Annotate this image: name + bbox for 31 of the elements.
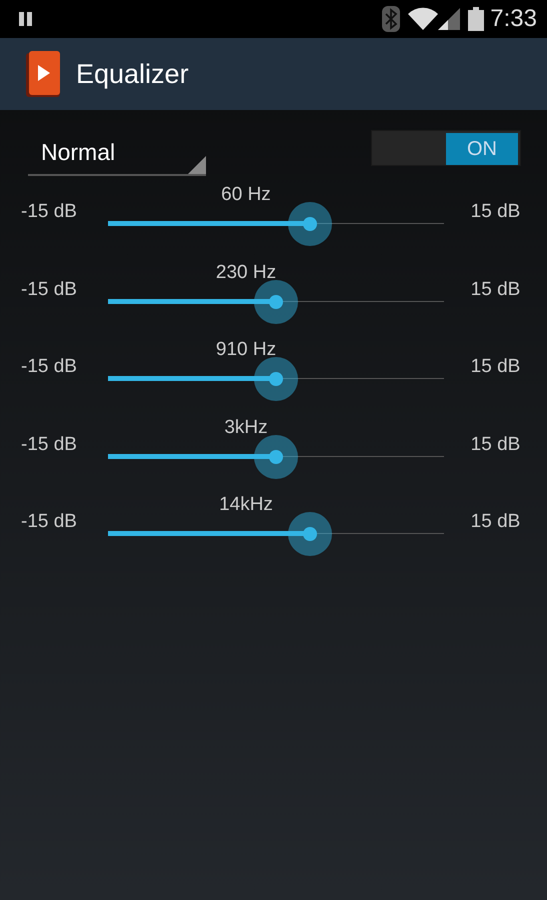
max-gain-label: 15 dB — [470, 201, 520, 223]
pause-icon — [18, 12, 34, 26]
wifi-icon — [408, 7, 438, 31]
preset-dropdown[interactable]: Normal — [28, 130, 206, 176]
max-gain-label: 15 dB — [470, 434, 520, 456]
slider-thumb[interactable] — [254, 434, 298, 478]
max-gain-label: 15 dB — [470, 356, 520, 378]
max-gain-label: 15 dB — [470, 278, 520, 300]
band-frequency: 3kHz — [224, 416, 268, 438]
max-gain-label: 15 dB — [470, 511, 520, 533]
battery-icon — [468, 7, 484, 31]
slider-thumb[interactable] — [254, 280, 298, 324]
band-frequency: 60 Hz — [221, 184, 271, 206]
bluetooth-icon — [382, 6, 400, 32]
band-frequency: 910 Hz — [216, 339, 276, 361]
clock-time: 7:33 — [490, 5, 537, 33]
band-frequency: 230 Hz — [216, 262, 276, 284]
min-gain-label: -15 dB — [21, 356, 77, 378]
min-gain-label: -15 dB — [21, 201, 77, 223]
signal-icon — [438, 8, 460, 30]
min-gain-label: -15 dB — [21, 278, 77, 300]
band-frequency: 14kHz — [219, 494, 273, 516]
slider-thumb[interactable] — [288, 512, 332, 556]
app-title: Equalizer — [76, 58, 189, 90]
slider-thumb[interactable] — [254, 357, 298, 401]
dropdown-corner-icon — [188, 156, 206, 174]
slider-thumb[interactable] — [288, 202, 332, 246]
min-gain-label: -15 dB — [21, 511, 77, 533]
switch-thumb: ON — [446, 133, 518, 165]
app-logo-icon[interactable] — [26, 51, 60, 97]
min-gain-label: -15 dB — [21, 434, 77, 456]
